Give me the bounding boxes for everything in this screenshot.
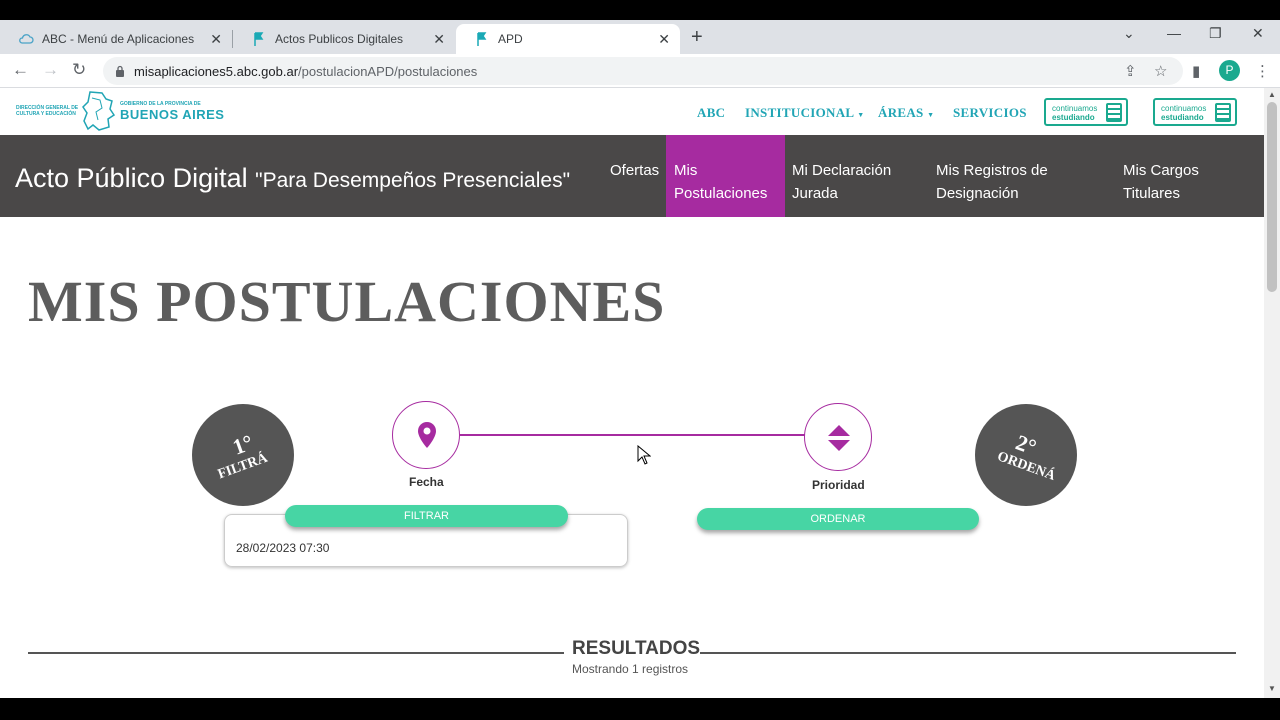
tab-apd[interactable]: APD ✕ <box>456 24 680 54</box>
results-divider-right <box>700 652 1236 654</box>
mouse-cursor-icon <box>637 445 651 465</box>
back-icon[interactable]: ← <box>12 60 29 80</box>
buenos-aires-map-icon <box>82 91 116 131</box>
nav-line: Mis Cargos <box>1123 162 1199 179</box>
page-scrollbar[interactable]: ▲ ▼ <box>1264 88 1280 698</box>
logo-dgce-text: DIRECCIÓN GENERAL DE CULTURA Y EDUCACIÓN <box>16 105 79 117</box>
ordenar-button[interactable]: ORDENAR <box>697 508 979 530</box>
lock-icon <box>115 65 125 77</box>
url-host: misaplicaciones5.abc.gob.ar <box>134 63 299 79</box>
page-title: MIS POSTULACIONES <box>28 269 666 334</box>
nav-line: Mis Registros de <box>936 162 1048 179</box>
nav-ofertas[interactable]: Ofertas <box>610 135 659 217</box>
minimize-icon[interactable]: — <box>1167 25 1181 41</box>
location-pin-icon <box>418 422 436 448</box>
nav-label: ÁREAS <box>878 105 924 120</box>
fecha-label: Fecha <box>409 475 444 489</box>
scroll-down-icon[interactable]: ▼ <box>1268 684 1276 693</box>
nav-line: Mi Declaración <box>792 162 892 179</box>
apd-subtitle: "Para Desempeños Presenciales" <box>255 169 571 192</box>
apd-navbar: Acto Público Digital "Para Desempeños Pr… <box>0 135 1264 217</box>
document-icon <box>1106 103 1122 122</box>
share-icon[interactable]: ⇪ <box>1124 62 1137 80</box>
site-header: DIRECCIÓN GENERAL DE CULTURA Y EDUCACIÓN… <box>0 88 1264 135</box>
nav-line: Ofertas <box>610 162 660 179</box>
nav-institucional[interactable]: INSTITUCIONAL ▼ <box>745 105 864 121</box>
apd-flag-icon <box>474 31 490 47</box>
nav-registros-designacion[interactable]: Mis Registros de Designación <box>936 135 1048 217</box>
apd-title[interactable]: Acto Público Digital "Para Desempeños Pr… <box>15 163 570 194</box>
tab-strip: ABC - Menú de Aplicaciones ✕ Actos Publi… <box>0 20 1280 54</box>
tab-title: ABC - Menú de Aplicaciones <box>42 32 195 46</box>
nav-areas[interactable]: ÁREAS ▼ <box>878 105 934 121</box>
close-window-icon[interactable]: ✕ <box>1252 25 1264 42</box>
new-tab-icon[interactable]: + <box>691 26 703 49</box>
address-bar[interactable]: misaplicaciones5.abc.gob.ar/postulacionA… <box>103 57 1183 85</box>
nav-line: Postulaciones <box>674 185 768 202</box>
step2-circle: 2° ORDENÁ <box>975 404 1077 506</box>
results-count: Mostrando 1 registros <box>572 662 689 676</box>
apd-title-main: Acto Público Digital <box>15 163 248 193</box>
forward-icon[interactable]: → <box>42 60 59 80</box>
url-path: /postulacionAPD/postulaciones <box>298 63 478 79</box>
step-connector-line <box>460 434 805 436</box>
restore-icon[interactable]: ❐ <box>1209 25 1222 42</box>
nav-label: INSTITUCIONAL <box>745 105 854 120</box>
logo-buenos-aires: BUENOS AIRES <box>120 106 225 122</box>
filter-date-value: 28/02/2023 07:30 <box>236 541 330 555</box>
filtrar-button[interactable]: FILTRAR <box>285 505 568 527</box>
address-toolbar: ← → ↻ misaplicaciones5.abc.gob.ar/postul… <box>0 54 1280 88</box>
continuamos-estudiando-badge[interactable]: continuamos estudiando <box>1044 98 1128 126</box>
nav-mis-postulaciones[interactable]: Mis Postulaciones <box>666 135 785 217</box>
nav-declaracion-jurada[interactable]: Mi Declaración Jurada <box>792 135 891 217</box>
nav-line: Mis <box>674 162 698 179</box>
close-tab-icon[interactable]: ✕ <box>433 31 445 48</box>
scrollbar-thumb[interactable] <box>1267 102 1277 292</box>
profile-avatar[interactable]: P <box>1219 60 1240 81</box>
scroll-up-icon[interactable]: ▲ <box>1268 90 1276 99</box>
tab-abc-menu[interactable]: ABC - Menú de Aplicaciones ✕ <box>0 24 232 54</box>
menu-kebab-icon[interactable]: ⋮ <box>1255 62 1270 80</box>
gba-logo[interactable]: DIRECCIÓN GENERAL DE CULTURA Y EDUCACIÓN… <box>16 90 224 132</box>
nav-abc[interactable]: ABC <box>697 105 725 121</box>
close-tab-icon[interactable]: ✕ <box>658 31 670 48</box>
step1-circle: 1° FILTRÁ <box>192 404 294 506</box>
prioridad-sort-button[interactable] <box>804 403 872 471</box>
prioridad-label: Prioridad <box>812 478 865 492</box>
browser-window: ABC - Menú de Aplicaciones ✕ Actos Publi… <box>0 20 1280 698</box>
document-icon <box>1215 103 1231 122</box>
nav-line: Designación <box>936 185 1019 202</box>
continuamos-estudiando-badge[interactable]: continuamos estudiando <box>1153 98 1237 126</box>
tab-actos-publicos[interactable]: Actos Publicos Digitales ✕ <box>233 24 455 54</box>
tab-title: Actos Publicos Digitales <box>275 32 404 46</box>
caret-down-icon: ▼ <box>857 111 865 119</box>
results-title: RESULTADOS <box>572 638 701 659</box>
close-tab-icon[interactable]: ✕ <box>210 31 222 48</box>
nav-line: Jurada <box>792 185 838 202</box>
reload-icon[interactable]: ↻ <box>72 60 86 80</box>
bookmark-star-icon[interactable]: ☆ <box>1154 62 1167 80</box>
apd-flag-icon <box>251 31 267 47</box>
cloud-icon <box>18 31 34 47</box>
nav-servicios[interactable]: SERVICIOS <box>953 105 1027 121</box>
fecha-filter-button[interactable] <box>392 401 460 469</box>
sort-arrows-icon <box>828 425 850 451</box>
tab-title: APD <box>498 32 523 46</box>
side-panel-icon[interactable]: ▮ <box>1192 62 1200 80</box>
nav-cargos-titulares[interactable]: Mis Cargos Titulares <box>1123 135 1199 217</box>
caret-down-icon: ▼ <box>927 111 935 119</box>
tab-search-icon[interactable]: ⌄ <box>1123 25 1135 42</box>
results-divider-left <box>28 652 564 654</box>
nav-line: Titulares <box>1123 185 1180 202</box>
